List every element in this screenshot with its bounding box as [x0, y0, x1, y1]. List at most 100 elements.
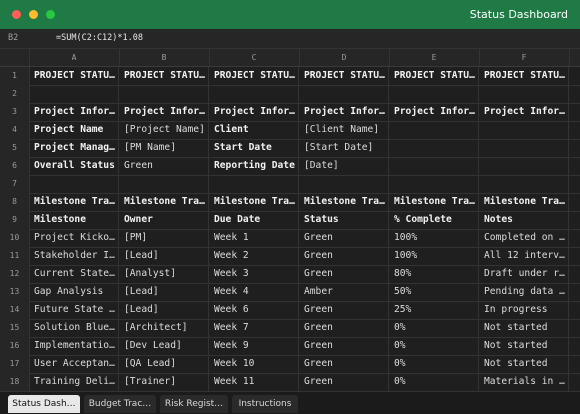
grid-cell[interactable]: Materials in …	[479, 373, 569, 391]
row-header[interactable]: 8	[0, 193, 30, 211]
grid-cell[interactable]	[479, 85, 569, 103]
grid-cell[interactable]: Green	[299, 247, 389, 265]
grid-cell[interactable]	[569, 193, 580, 211]
sheet-tab-status-dashboard[interactable]: Status Dash…	[8, 395, 80, 413]
grid-cell[interactable]	[569, 355, 580, 373]
grid-cell[interactable]: Green	[299, 373, 389, 391]
column-header-c[interactable]: C	[209, 49, 300, 66]
grid-cell[interactable]	[29, 85, 119, 103]
column-header-b[interactable]: B	[119, 49, 210, 66]
grid-cell[interactable]: PROJECT STATU…	[299, 67, 389, 85]
grid-cell[interactable]: Status	[299, 211, 389, 229]
grid-cell[interactable]: [Architect]	[119, 319, 209, 337]
grid-cell[interactable]: [Lead]	[119, 283, 209, 301]
grid-cell[interactable]: Project Infor…	[299, 103, 389, 121]
grid-cell[interactable]: Overall Status	[29, 157, 119, 175]
grid-cell[interactable]	[299, 85, 389, 103]
sheet-tab-budget-tracker[interactable]: Budget Trac…	[84, 395, 156, 413]
grid-cell[interactable]: Completed on …	[479, 229, 569, 247]
grid-cell[interactable]: PROJECT STATU…	[389, 67, 479, 85]
grid-cell[interactable]: Green	[119, 157, 209, 175]
column-header-d[interactable]: D	[299, 49, 390, 66]
row-header[interactable]: 7	[0, 175, 30, 193]
row-header[interactable]: 2	[0, 85, 30, 103]
grid-cell[interactable]: Current State…	[29, 265, 119, 283]
grid-cell[interactable]: Project Infor…	[119, 103, 209, 121]
grid-cell[interactable]: 0%	[389, 337, 479, 355]
grid-cell[interactable]: 50%	[389, 283, 479, 301]
grid-cell[interactable]: Green	[299, 265, 389, 283]
grid-cell[interactable]: Project Infor…	[29, 103, 119, 121]
grid-cell[interactable]: % Complete	[389, 211, 479, 229]
grid-cell[interactable]	[569, 67, 580, 85]
grid-cell[interactable]	[389, 85, 479, 103]
grid-cell[interactable]: 0%	[389, 355, 479, 373]
row-header[interactable]: 3	[0, 103, 30, 121]
grid-cell[interactable]: Week 1	[209, 229, 299, 247]
grid-cell[interactable]: Week 4	[209, 283, 299, 301]
grid-cell[interactable]: PROJECT STATU…	[29, 67, 119, 85]
sheet-tab-instructions[interactable]: Instructions	[232, 395, 298, 413]
grid-cell[interactable]	[389, 139, 479, 157]
grid-cell[interactable]: Stakeholder I…	[29, 247, 119, 265]
grid-cell[interactable]	[569, 373, 580, 391]
grid-cell[interactable]	[569, 265, 580, 283]
row-header[interactable]: 11	[0, 247, 30, 265]
grid-cell[interactable]: PROJECT STATU…	[479, 67, 569, 85]
grid-cell[interactable]: Milestone Tra…	[389, 193, 479, 211]
grid-cell[interactable]	[119, 85, 209, 103]
grid-cell[interactable]: [PM]	[119, 229, 209, 247]
row-header[interactable]: 18	[0, 373, 30, 391]
grid-cell[interactable]: [Analyst]	[119, 265, 209, 283]
grid-cell[interactable]: 0%	[389, 319, 479, 337]
grid-cell[interactable]	[569, 139, 580, 157]
grid-cell[interactable]	[389, 175, 479, 193]
grid-cell[interactable]: Green	[299, 337, 389, 355]
grid-cell[interactable]: [Client Name]	[299, 121, 389, 139]
grid-cell[interactable]: [Lead]	[119, 301, 209, 319]
grid-cell[interactable]: Week 3	[209, 265, 299, 283]
grid-cell[interactable]	[209, 175, 299, 193]
row-header[interactable]: 13	[0, 283, 30, 301]
grid-cell[interactable]	[29, 175, 119, 193]
row-header[interactable]: 1	[0, 67, 30, 85]
grid-cell[interactable]: Week 11	[209, 373, 299, 391]
grid-cell[interactable]: [PM Name]	[119, 139, 209, 157]
grid-cell[interactable]: Milestone Tra…	[209, 193, 299, 211]
select-all-corner[interactable]	[0, 49, 30, 66]
row-header[interactable]: 4	[0, 121, 30, 139]
grid-cell[interactable]: [Trainer]	[119, 373, 209, 391]
row-header[interactable]: 12	[0, 265, 30, 283]
column-header-a[interactable]: A	[29, 49, 120, 66]
row-header[interactable]: 17	[0, 355, 30, 373]
grid-cell[interactable]	[209, 85, 299, 103]
grid-cell[interactable]: [QA Lead]	[119, 355, 209, 373]
grid-cell[interactable]	[119, 175, 209, 193]
grid-cell[interactable]: Project Manag…	[29, 139, 119, 157]
maximize-window-button[interactable]	[46, 10, 55, 19]
grid-cell[interactable]: Milestone Tra…	[479, 193, 569, 211]
grid-cell[interactable]	[569, 121, 580, 139]
grid-cell[interactable]: 80%	[389, 265, 479, 283]
grid-cell[interactable]: Green	[299, 229, 389, 247]
row-header[interactable]: 10	[0, 229, 30, 247]
grid-cell[interactable]: All 12 interv…	[479, 247, 569, 265]
grid-cell[interactable]	[569, 103, 580, 121]
formula-input[interactable]: =SUM(C2:C12)*1.08	[56, 33, 143, 43]
grid-cell[interactable]: Pending data …	[479, 283, 569, 301]
grid-cell[interactable]	[569, 337, 580, 355]
grid-cell[interactable]: Milestone Tra…	[299, 193, 389, 211]
formula-bar[interactable]: B2 =SUM(C2:C12)*1.08	[0, 29, 580, 49]
grid-cell[interactable]: [Project Name]	[119, 121, 209, 139]
grid-cell[interactable]: User Acceptan…	[29, 355, 119, 373]
grid-cell[interactable]	[479, 139, 569, 157]
grid-cell[interactable]: Client	[209, 121, 299, 139]
row-header[interactable]: 14	[0, 301, 30, 319]
grid-cell[interactable]: Week 2	[209, 247, 299, 265]
grid-cell[interactable]: Milestone	[29, 211, 119, 229]
grid-cell[interactable]: 100%	[389, 247, 479, 265]
grid-cell[interactable]: Notes	[479, 211, 569, 229]
row-header[interactable]: 6	[0, 157, 30, 175]
grid-cell[interactable]	[299, 175, 389, 193]
grid-cell[interactable]: Implementatio…	[29, 337, 119, 355]
